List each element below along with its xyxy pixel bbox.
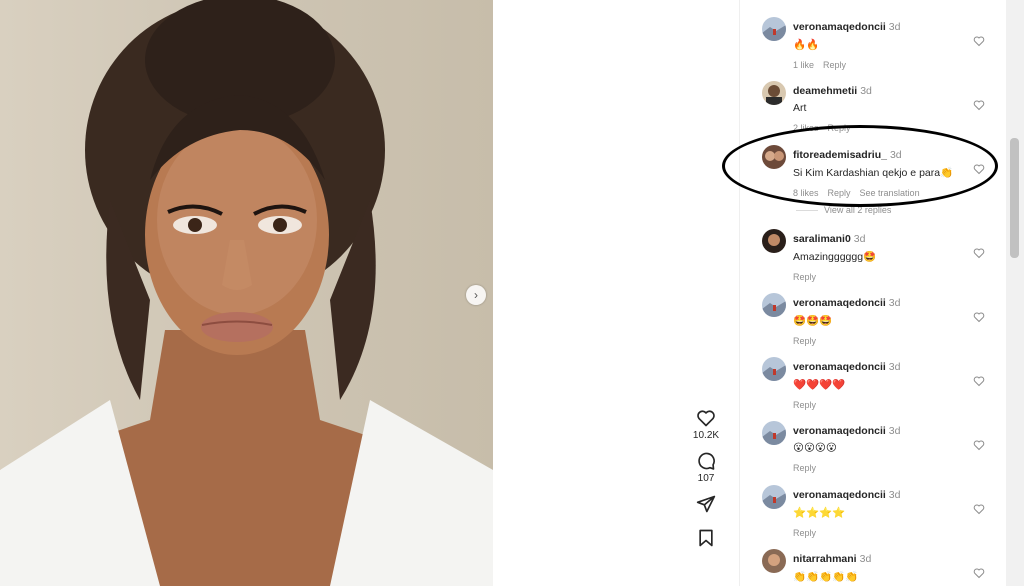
comment-text: Art (793, 102, 807, 114)
heart-icon[interactable] (973, 375, 985, 387)
comment-time[interactable]: 3d (860, 85, 872, 97)
avatar[interactable] (762, 229, 786, 253)
scrollbar-thumb[interactable] (1010, 138, 1019, 258)
portrait-illustration (0, 0, 493, 586)
heart-icon[interactable] (973, 311, 985, 323)
heart-icon[interactable] (973, 247, 985, 259)
comment-time[interactable]: 3d (889, 489, 901, 501)
comment-time[interactable]: 3d (889, 361, 901, 373)
comment-icon[interactable] (696, 451, 716, 471)
reply-button[interactable]: Reply (793, 528, 816, 538)
avatar[interactable] (762, 421, 786, 445)
like-count[interactable]: 2 likes (793, 123, 819, 133)
comments-count: 107 (697, 473, 715, 484)
comment-text: Amazingggggg🤩 (793, 251, 877, 263)
comment-time[interactable]: 3d (890, 149, 902, 161)
like-count[interactable]: 8 likes (793, 188, 819, 198)
comment-action: 107 (688, 451, 724, 484)
comment-time[interactable]: 3d (860, 553, 872, 565)
bookmark-icon[interactable] (696, 528, 716, 548)
heart-icon[interactable] (973, 99, 985, 111)
comment-username[interactable]: veronamaqedoncii (793, 21, 886, 33)
comment-username[interactable]: saralimani0 (793, 233, 851, 245)
comment-username[interactable]: nitarrahmani (793, 553, 857, 565)
next-photo-button[interactable]: › (466, 285, 486, 305)
post-photo[interactable]: › (0, 0, 493, 586)
heart-icon[interactable] (973, 163, 985, 175)
heart-icon[interactable] (696, 408, 716, 428)
reply-button[interactable]: Reply (828, 188, 851, 198)
comment-username[interactable]: deamehmetii (793, 85, 857, 97)
view-replies-link[interactable]: View all 2 replies (796, 205, 891, 215)
comment-text: ❤️❤️❤️❤️ (793, 379, 846, 391)
comment-username[interactable]: veronamaqedoncii (793, 489, 886, 501)
comment-time[interactable]: 3d (889, 297, 901, 309)
comment-text: ⭐⭐⭐⭐ (793, 507, 846, 519)
like-action: 10.2K (688, 408, 724, 441)
scrollbar-track[interactable] (1006, 0, 1024, 586)
reply-button[interactable]: Reply (828, 123, 851, 133)
avatar[interactable] (762, 485, 786, 509)
comment-time[interactable]: 3d (889, 425, 901, 437)
chevron-right-icon: › (474, 288, 478, 302)
reply-button[interactable]: Reply (793, 400, 816, 410)
heart-icon[interactable] (973, 503, 985, 515)
post-actions: 10.2K 107 (688, 408, 724, 556)
reply-button[interactable]: Reply (823, 60, 846, 70)
avatar[interactable] (762, 81, 786, 105)
see-translation-link[interactable]: See translation (860, 188, 920, 198)
reply-button[interactable]: Reply (793, 463, 816, 473)
heart-icon[interactable] (973, 35, 985, 47)
avatar[interactable] (762, 549, 786, 573)
comment-username[interactable]: veronamaqedoncii (793, 361, 886, 373)
comment-time[interactable]: 3d (854, 233, 866, 245)
comment-username[interactable]: veronamaqedoncii (793, 425, 886, 437)
avatar[interactable] (762, 145, 786, 169)
reply-button[interactable]: Reply (793, 336, 816, 346)
share-icon[interactable] (696, 494, 716, 514)
heart-icon[interactable] (973, 567, 985, 579)
comment-username[interactable]: fitoreademisadriu_ (793, 149, 887, 161)
comments-panel[interactable]: veronamaqedoncii 3d 🔥🔥 1 like Reply deameh… (739, 0, 1006, 586)
comment-text: 👏👏👏👏👏 (793, 571, 859, 583)
likes-count: 10.2K (692, 430, 720, 441)
share-action (688, 494, 724, 514)
comment-text: 😮😮😮😮 (793, 442, 837, 454)
save-action (688, 528, 724, 548)
avatar[interactable] (762, 357, 786, 381)
comment-text: Si Kim Kardashian qekjo e para👏 (793, 167, 954, 179)
avatar[interactable] (762, 293, 786, 317)
comment-username[interactable]: veronamaqedoncii (793, 297, 886, 309)
heart-icon[interactable] (973, 439, 985, 451)
like-count[interactable]: 1 like (793, 60, 814, 70)
comment-text: 🤩🤩🤩 (793, 315, 833, 327)
comment-text: 🔥🔥 (793, 39, 820, 51)
avatar[interactable] (762, 17, 786, 41)
reply-button[interactable]: Reply (793, 272, 816, 282)
comment-time[interactable]: 3d (889, 21, 901, 33)
